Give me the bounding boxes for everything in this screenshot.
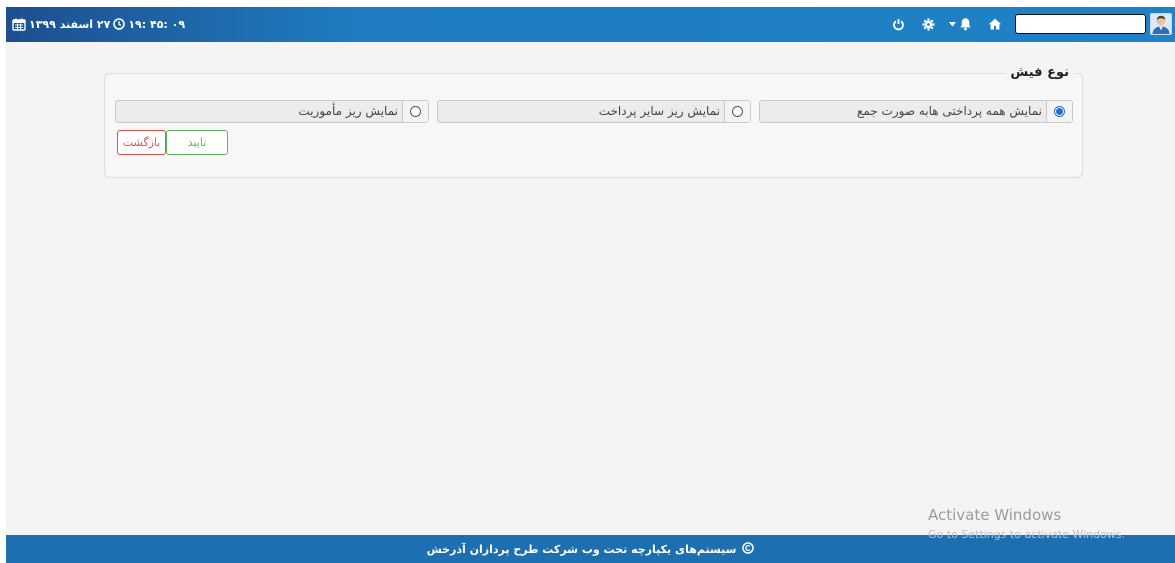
option-other-payments-detail[interactable]: نمایش ریز سایر پرداخت	[437, 100, 751, 123]
search-input[interactable]	[1015, 14, 1146, 34]
option-label: نمایش همه پرداختی هابه صورت جمع	[856, 104, 1042, 118]
watermark-subtitle: Go to Settings to activate Windows.	[928, 528, 1126, 541]
option-label: نمایش ریز مأموریت	[298, 104, 398, 118]
calendar-icon	[12, 18, 26, 31]
fieldset-legend: نوع فیش	[1004, 65, 1075, 80]
clock-icon	[113, 18, 126, 30]
option-label: نمایش ریز سایر پرداخت	[598, 104, 720, 118]
app-window: ۰۹ :۴۵ :۱۹ ۲۷ اسفند ۱۳۹۹ نوع فیش نمایش ه…	[6, 7, 1175, 563]
copyright-icon	[742, 541, 755, 557]
radio-mission-detail[interactable]	[410, 106, 421, 117]
activate-windows-watermark: Activate Windows Go to Settings to activ…	[928, 506, 1125, 541]
watermark-title: Activate Windows	[928, 506, 1062, 524]
bell-icon[interactable]	[957, 16, 973, 32]
radio-cell[interactable]	[402, 101, 428, 122]
back-button[interactable]: بازگشت	[117, 130, 166, 155]
caret-down-icon[interactable]	[948, 16, 957, 32]
radio-cell[interactable]	[724, 101, 750, 122]
option-mission-detail[interactable]: نمایش ریز مأموریت	[115, 100, 429, 123]
radio-other-payments-detail[interactable]	[732, 106, 743, 117]
date-time-display: ۰۹ :۴۵ :۱۹ ۲۷ اسفند ۱۳۹۹	[12, 15, 185, 33]
receipt-type-fieldset: نوع فیش نمایش همه پرداختی هابه صورت جمع …	[104, 65, 1083, 178]
option-all-payments-sum[interactable]: نمایش همه پرداختی هابه صورت جمع	[759, 100, 1073, 123]
avatar[interactable]	[1150, 13, 1172, 35]
footer-text: سیستم‌های یکپارچه تحت وب شرکت طرح پردازا…	[426, 542, 737, 556]
radio-all-payments-sum[interactable]	[1054, 106, 1065, 117]
confirm-button[interactable]: تایید	[166, 130, 228, 155]
date-text: ۲۷ اسفند ۱۳۹۹	[29, 17, 111, 31]
time-text: ۰۹ :۴۵ :۱۹	[128, 17, 186, 31]
top-bar: ۰۹ :۴۵ :۱۹ ۲۷ اسفند ۱۳۹۹	[6, 7, 1175, 42]
power-icon[interactable]	[890, 16, 906, 32]
home-icon[interactable]	[987, 16, 1003, 32]
top-right-tools	[890, 11, 1172, 37]
radio-cell[interactable]	[1046, 101, 1072, 122]
gear-icon[interactable]	[920, 16, 936, 32]
